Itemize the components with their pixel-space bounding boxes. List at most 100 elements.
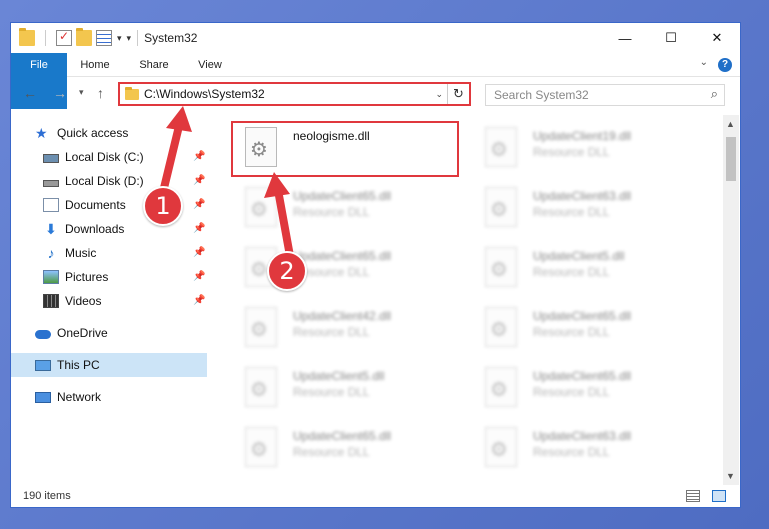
file-item[interactable]: UpdateClient63.dll Resource DLL: [471, 181, 699, 237]
file-name: UpdateClient65.dll: [293, 189, 392, 203]
dll-file-icon: [485, 247, 517, 287]
file-list: neologisme.dll UpdateClient19.dll Resour…: [219, 115, 719, 487]
downloads-icon: ⬇: [45, 221, 57, 237]
file-type: Resource DLL: [293, 445, 370, 459]
pin-icon: 📌: [193, 199, 206, 210]
close-button[interactable]: ✕: [694, 23, 740, 53]
file-name: UpdateClient5.dll: [293, 369, 385, 383]
file-name: neologisme.dll: [293, 129, 370, 143]
sidebar-item-label: Videos: [65, 294, 102, 308]
details-view-icon[interactable]: [686, 490, 700, 502]
sidebar-item-downloads[interactable]: ⬇ Downloads 📌: [11, 217, 207, 241]
vertical-scrollbar[interactable]: ▲ ▼: [723, 115, 739, 485]
sidebar-item-local-disk-c[interactable]: Local Disk (C:) 📌: [11, 145, 207, 169]
dll-file-icon: [485, 307, 517, 347]
file-item[interactable]: UpdateClient42.dll Resource DLL: [231, 301, 459, 357]
step-2-badge: 2: [267, 251, 307, 291]
file-item[interactable]: UpdateClient5.dll Resource DLL: [471, 241, 699, 297]
file-item[interactable]: UpdateClient63.dll Resource DLL: [471, 421, 699, 477]
search-box[interactable]: Search System32 ⌕: [485, 84, 725, 106]
file-type: Resource DLL: [533, 325, 610, 339]
file-item[interactable]: UpdateClient65.dll Resource DLL: [471, 301, 699, 357]
sidebar-item-network[interactable]: Network: [11, 385, 207, 409]
pin-icon: 📌: [193, 175, 206, 186]
address-bar[interactable]: C:\Windows\System32 ⌄ ↻: [118, 82, 471, 106]
toolbar-divider: [45, 30, 46, 46]
file-item[interactable]: UpdateClient65.dll Resource DLL: [231, 421, 459, 477]
title-divider: [137, 30, 139, 46]
address-path[interactable]: C:\Windows\System32: [144, 87, 265, 101]
sidebar-item-label: Quick access: [57, 126, 129, 140]
customize-toolbar-icon[interactable]: ▾: [127, 33, 132, 44]
search-icon[interactable]: ⌕: [711, 86, 718, 102]
tab-home[interactable]: Home: [71, 53, 119, 77]
search-input[interactable]: Search System32: [494, 88, 589, 102]
dll-file-icon: [485, 187, 517, 227]
file-item[interactable]: UpdateClient19.dll Resource DLL: [471, 121, 699, 177]
dll-file-icon: [245, 427, 277, 467]
sidebar-item-label: Network: [57, 390, 102, 404]
sidebar-item-local-disk-d[interactable]: Local Disk (D:) 📌: [11, 169, 207, 193]
dll-file-icon: [485, 127, 517, 167]
file-name: UpdateClient65.dll: [293, 249, 392, 263]
pin-icon: 📌: [193, 247, 206, 258]
back-arrow-icon[interactable]: ←: [23, 85, 37, 101]
dll-file-icon: [245, 307, 277, 347]
documents-icon: [43, 198, 59, 212]
dll-file-icon: [485, 427, 517, 467]
scroll-thumb[interactable]: [726, 137, 736, 181]
file-type: Resource DLL: [533, 445, 610, 459]
sidebar-item-music[interactable]: ♪ Music 📌: [11, 241, 207, 265]
step-1-badge: 1: [143, 186, 183, 226]
dll-file-icon: [245, 127, 277, 167]
scroll-up-icon[interactable]: ▲: [726, 119, 735, 129]
maximize-button[interactable]: ☐: [648, 23, 694, 53]
up-arrow-icon[interactable]: ↑: [97, 85, 104, 101]
file-type: Resource DLL: [533, 145, 610, 159]
file-item[interactable]: UpdateClient65.dll Resource DLL: [231, 181, 459, 237]
window-controls: — ☐ ✕: [602, 23, 740, 53]
dll-file-icon: [245, 367, 277, 407]
tab-share[interactable]: Share: [129, 53, 179, 77]
folder-icon[interactable]: [19, 28, 35, 46]
sidebar-item-this-pc[interactable]: This PC: [11, 353, 207, 377]
file-type: Resource DLL: [533, 205, 610, 219]
ribbon-tabs: File Home Share View ⌄ ?: [11, 53, 740, 109]
new-folder-icon[interactable]: [76, 28, 92, 46]
sidebar-item-onedrive[interactable]: OneDrive: [11, 321, 207, 345]
large-icons-view-icon[interactable]: [712, 490, 726, 502]
file-item[interactable]: UpdateClient5.dll Resource DLL: [231, 361, 459, 417]
properties-icon[interactable]: [96, 30, 112, 46]
star-icon: ★: [35, 125, 48, 141]
file-type: Resource DLL: [293, 325, 370, 339]
sidebar-item-label: Local Disk (D:): [65, 174, 144, 188]
status-bar: 190 items: [11, 487, 740, 507]
sidebar-item-label: Pictures: [65, 270, 109, 284]
navigation-pane: ★ Quick access Local Disk (C:) 📌 Local D…: [11, 115, 207, 485]
help-icon[interactable]: ?: [718, 58, 732, 72]
network-icon: [35, 391, 51, 403]
scroll-down-icon[interactable]: ▼: [726, 471, 735, 481]
properties-check-icon[interactable]: [56, 29, 72, 46]
file-item-neologisme[interactable]: neologisme.dll: [231, 121, 459, 177]
tab-view[interactable]: View: [187, 53, 233, 77]
file-item[interactable]: UpdateClient65.dll Resource DLL: [231, 241, 459, 297]
minimize-button[interactable]: —: [602, 23, 648, 53]
toolbar-dropdown-icon[interactable]: ▾: [117, 33, 122, 44]
file-explorer-window: ▾ ▾ System32 — ☐ ✕ File Home Share View …: [10, 22, 741, 508]
address-dropdown-icon[interactable]: ⌄: [435, 89, 443, 100]
file-type: Resource DLL: [293, 205, 370, 219]
file-name: UpdateClient65.dll: [533, 369, 632, 383]
sidebar-item-videos[interactable]: Videos 📌: [11, 289, 207, 313]
forward-arrow-icon[interactable]: →: [53, 85, 67, 101]
sidebar-item-pictures[interactable]: Pictures 📌: [11, 265, 207, 289]
sidebar-item-label: Local Disk (C:): [65, 150, 144, 164]
navigation-bar: ← → ▾ ↑ C:\Windows\System32 ⌄ ↻ Search S…: [11, 81, 740, 109]
drive-icon: [43, 154, 59, 163]
expand-ribbon-icon[interactable]: ⌄: [700, 57, 708, 68]
sidebar-item-quick-access[interactable]: ★ Quick access: [11, 121, 207, 145]
refresh-icon[interactable]: ↻: [447, 84, 469, 104]
file-item[interactable]: UpdateClient65.dll Resource DLL: [471, 361, 699, 417]
file-type: Resource DLL: [293, 385, 370, 399]
recent-locations-icon[interactable]: ▾: [79, 87, 84, 98]
